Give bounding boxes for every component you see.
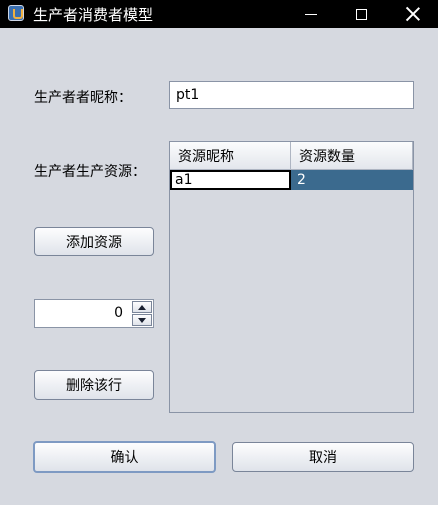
close-icon — [406, 7, 420, 21]
quantity-spinner[interactable]: 0 — [34, 299, 154, 328]
nickname-label: 生产者者昵称： — [34, 90, 132, 106]
resource-table[interactable]: 资源昵称 资源数量 a1 2 — [169, 141, 414, 413]
cancel-button[interactable]: 取消 — [232, 442, 414, 472]
title-bar: 生产者消费者模型 — [0, 0, 438, 28]
add-resource-button[interactable]: 添加资源 — [34, 227, 154, 256]
minimize-icon — [305, 13, 317, 15]
close-button[interactable] — [390, 0, 436, 28]
window-title: 生产者消费者模型 — [33, 6, 154, 24]
delete-row-button[interactable]: 删除该行 — [34, 370, 154, 400]
cell-resource-quantity[interactable]: 2 — [291, 170, 413, 190]
confirm-button[interactable]: 确认 — [33, 441, 216, 473]
maximize-button[interactable] — [338, 0, 384, 28]
nickname-input[interactable]: pt1 — [169, 81, 414, 109]
java-cup-icon — [8, 5, 24, 21]
spinner-down-button[interactable] — [132, 314, 152, 326]
resources-label: 生产者生产资源： — [34, 164, 146, 180]
cell-resource-name[interactable]: a1 — [170, 170, 291, 190]
table-row[interactable]: a1 2 — [170, 170, 413, 190]
arrow-down-icon — [138, 317, 146, 323]
arrow-up-icon — [138, 304, 146, 310]
column-header-resource-quantity[interactable]: 资源数量 — [291, 142, 413, 170]
spinner-value: 0 — [114, 305, 123, 321]
maximize-icon — [355, 8, 367, 20]
minimize-button[interactable] — [288, 0, 334, 28]
table-header: 资源昵称 资源数量 — [170, 142, 413, 170]
column-header-resource-name[interactable]: 资源昵称 — [170, 142, 291, 170]
spinner-up-button[interactable] — [132, 301, 152, 313]
nickname-value: pt1 — [176, 87, 200, 103]
